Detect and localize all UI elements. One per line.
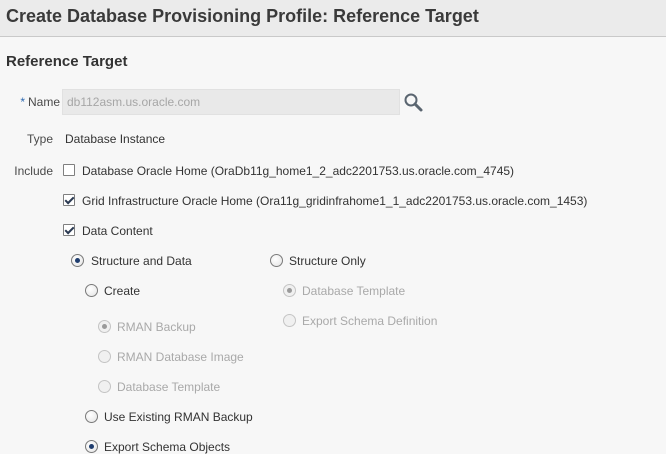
name-label: * Name xyxy=(20,95,60,109)
page-header: Create Database Provisioning Profile: Re… xyxy=(0,0,666,37)
grid-infrastructure-home-label: Grid Infrastructure Oracle Home (Ora11g_… xyxy=(82,194,588,208)
use-existing-rman-backup-label: Use Existing RMAN Backup xyxy=(104,410,253,424)
structure-only-database-template-radio[interactable] xyxy=(283,284,296,297)
type-label: Type xyxy=(26,132,53,146)
data-content-checkbox[interactable] xyxy=(63,224,75,236)
search-icon[interactable] xyxy=(402,91,424,113)
name-field[interactable]: db112asm.us.oracle.com xyxy=(62,89,400,115)
structure-only-database-template-label: Database Template xyxy=(302,284,406,298)
database-template-label: Database Template xyxy=(117,380,221,394)
rman-database-image-radio[interactable] xyxy=(98,350,111,363)
create-label: Create xyxy=(104,284,141,298)
required-indicator: * xyxy=(20,95,25,109)
database-oracle-home-checkbox[interactable] xyxy=(63,164,75,176)
structure-and-data-label: Structure and Data xyxy=(91,254,192,268)
section-title: Reference Target xyxy=(6,53,128,70)
rman-backup-radio[interactable] xyxy=(98,320,111,333)
export-schema-objects-label: Export Schema Objects xyxy=(104,440,231,454)
page-title: Create Database Provisioning Profile: Re… xyxy=(6,6,479,26)
type-value: Database Instance xyxy=(65,132,166,146)
create-radio[interactable] xyxy=(85,284,98,297)
use-existing-rman-backup-radio[interactable] xyxy=(85,410,98,423)
export-schema-definition-radio[interactable] xyxy=(283,314,296,327)
database-template-radio[interactable] xyxy=(98,380,111,393)
export-schema-definition-label: Export Schema Definition xyxy=(302,314,438,328)
database-oracle-home-label: Database Oracle Home (OraDb11g_home1_2_a… xyxy=(82,164,515,178)
structure-only-radio[interactable] xyxy=(270,254,283,267)
structure-and-data-radio[interactable] xyxy=(71,254,84,267)
structure-only-label: Structure Only xyxy=(289,254,366,268)
data-content-label: Data Content xyxy=(82,224,153,238)
include-label: Include xyxy=(14,164,53,178)
rman-backup-label: RMAN Backup xyxy=(117,320,196,334)
grid-infrastructure-home-checkbox[interactable] xyxy=(63,194,75,206)
rman-database-image-label: RMAN Database Image xyxy=(117,350,244,364)
export-schema-objects-radio[interactable] xyxy=(85,440,98,453)
